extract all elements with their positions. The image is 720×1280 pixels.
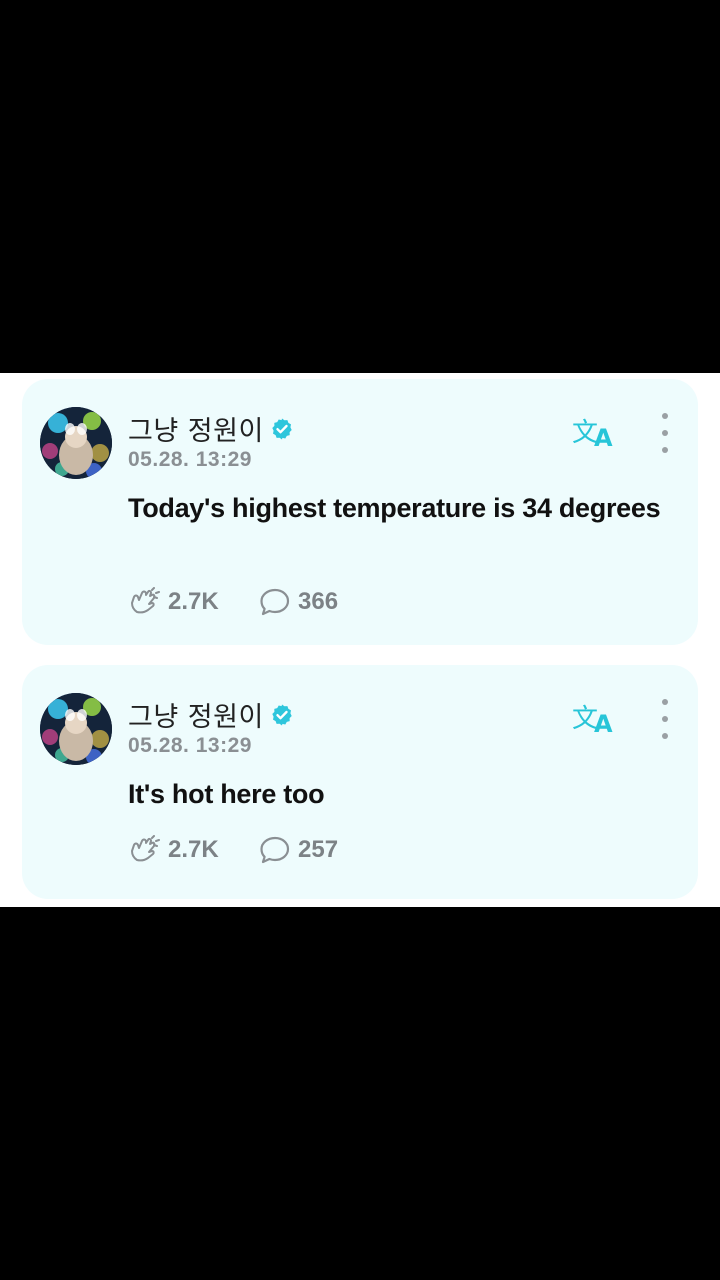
post-actions: 2.7K 366 [128, 587, 338, 617]
more-dot [662, 733, 668, 739]
author-name[interactable]: 그냥 정원이 [128, 695, 264, 734]
cheer-hand-icon [131, 587, 160, 614]
more-options-button[interactable] [652, 699, 678, 739]
more-dot [662, 716, 668, 722]
author-row: 그냥 정원이 [128, 409, 294, 448]
verified-badge-icon [270, 703, 294, 727]
more-options-button[interactable] [652, 413, 678, 453]
svg-text:A: A [594, 424, 613, 449]
author-row: 그냥 정원이 [128, 695, 294, 734]
translate-button[interactable]: 文 A [572, 699, 620, 735]
translate-icon: 文 A [572, 704, 613, 735]
comment-bubble-icon [260, 588, 290, 616]
post-text: Today's highest temperature is 34 degree… [128, 493, 661, 523]
post-card[interactable]: 그냥 정원이 05.28. 13:29 文 A [22, 379, 698, 645]
cheer-button[interactable]: 2.7K [128, 835, 258, 865]
screen: 그냥 정원이 05.28. 13:29 文 A Today's highest … [0, 0, 720, 1280]
author-avatar[interactable] [40, 407, 112, 479]
verified-badge-icon [270, 417, 294, 441]
post-actions: 2.7K 257 [128, 835, 338, 865]
avatar-image [40, 693, 112, 765]
post-text: It's hot here too [128, 779, 325, 809]
cheer-hand-icon [131, 835, 160, 862]
comment-count: 257 [298, 836, 339, 863]
comment-button[interactable]: 257 [258, 835, 338, 865]
more-dot [662, 430, 668, 436]
post-card[interactable]: 그냥 정원이 05.28. 13:29 文 A [22, 665, 698, 899]
post-timestamp: 05.28. 13:29 [128, 448, 252, 471]
avatar-image [40, 407, 112, 479]
more-dot [662, 447, 668, 453]
more-vertical-icon [662, 699, 668, 705]
author-name[interactable]: 그냥 정원이 [128, 409, 264, 448]
comment-button[interactable]: 366 [258, 587, 338, 617]
post-list-panel: 그냥 정원이 05.28. 13:29 文 A Today's highest … [0, 373, 720, 907]
cheer-button[interactable]: 2.7K [128, 587, 258, 617]
post-timestamp: 05.28. 13:29 [128, 734, 252, 757]
comment-bubble-icon [260, 836, 290, 864]
translate-button[interactable]: 文 A [572, 413, 620, 449]
translate-icon: 文 A [572, 418, 613, 449]
comment-count: 366 [298, 588, 339, 615]
author-avatar[interactable] [40, 693, 112, 765]
cheer-count: 2.7K [168, 588, 219, 615]
more-vertical-icon [662, 413, 668, 419]
cheer-count: 2.7K [168, 836, 219, 863]
svg-text:A: A [594, 710, 613, 735]
